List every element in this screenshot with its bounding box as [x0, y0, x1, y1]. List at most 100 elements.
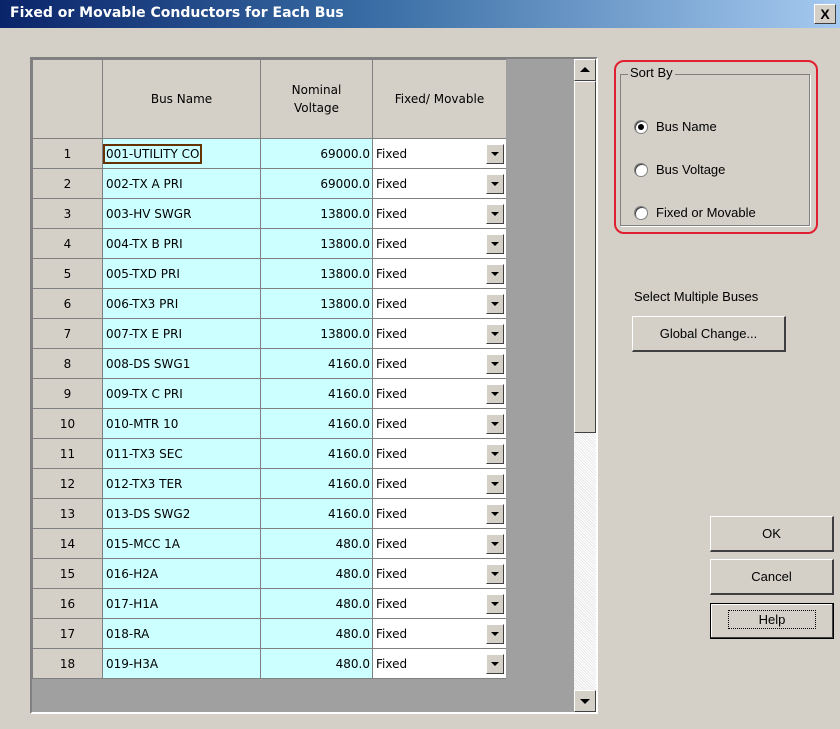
sort-fixed-movable-radio[interactable]: Fixed or Movable: [634, 205, 756, 220]
bus-name-cell[interactable]: 012-TX3 TER: [102, 468, 261, 499]
table-row[interactable]: 6 006-TX3 PRI 13800.0 Fixed: [32, 288, 507, 319]
help-button[interactable]: Help: [710, 603, 834, 639]
dropdown-arrow-icon[interactable]: [486, 474, 504, 494]
table-row[interactable]: 5 005-TXD PRI 13800.0 Fixed: [32, 258, 507, 289]
fixed-movable-cell[interactable]: Fixed: [372, 468, 507, 499]
bus-name-cell[interactable]: 005-TXD PRI: [102, 258, 261, 289]
fixed-movable-cell[interactable]: Fixed: [372, 618, 507, 649]
voltage-cell[interactable]: 13800.0: [260, 198, 373, 229]
fixed-movable-cell[interactable]: Fixed: [372, 588, 507, 619]
voltage-cell[interactable]: 13800.0: [260, 258, 373, 289]
fixed-movable-cell[interactable]: Fixed: [372, 438, 507, 469]
dropdown-arrow-icon[interactable]: [486, 594, 504, 614]
bus-name-cell[interactable]: 010-MTR 10: [102, 408, 261, 439]
row-number-cell[interactable]: 17: [32, 618, 103, 649]
bus-name-cell[interactable]: 003-HV SWGR: [102, 198, 261, 229]
bus-name-cell[interactable]: 018-RA: [102, 618, 261, 649]
table-row[interactable]: 11 011-TX3 SEC 4160.0 Fixed: [32, 438, 507, 469]
voltage-cell[interactable]: 4160.0: [260, 378, 373, 409]
fixed-movable-cell[interactable]: Fixed: [372, 198, 507, 229]
voltage-cell[interactable]: 480.0: [260, 648, 373, 679]
dropdown-arrow-icon[interactable]: [486, 144, 504, 164]
dropdown-arrow-icon[interactable]: [486, 234, 504, 254]
table-row[interactable]: 2 002-TX A PRI 69000.0 Fixed: [32, 168, 507, 199]
fixed-movable-cell[interactable]: Fixed: [372, 168, 507, 199]
dropdown-arrow-icon[interactable]: [486, 384, 504, 404]
fixed-movable-cell[interactable]: Fixed: [372, 348, 507, 379]
fixed-movable-cell[interactable]: Fixed: [372, 528, 507, 559]
fixed-movable-cell[interactable]: Fixed: [372, 378, 507, 409]
dropdown-arrow-icon[interactable]: [486, 204, 504, 224]
global-change-button[interactable]: Global Change...: [632, 316, 786, 352]
table-row[interactable]: 3 003-HV SWGR 13800.0 Fixed: [32, 198, 507, 229]
voltage-cell[interactable]: 4160.0: [260, 438, 373, 469]
close-button[interactable]: X: [814, 4, 836, 24]
dropdown-arrow-icon[interactable]: [486, 294, 504, 314]
voltage-cell[interactable]: 13800.0: [260, 228, 373, 259]
row-number-cell[interactable]: 4: [32, 228, 103, 259]
fixed-movable-cell[interactable]: Fixed: [372, 138, 507, 169]
voltage-cell[interactable]: 480.0: [260, 528, 373, 559]
row-number-cell[interactable]: 2: [32, 168, 103, 199]
bus-name-cell[interactable]: 013-DS SWG2: [102, 498, 261, 529]
bus-name-cell[interactable]: 001-UTILITY CO: [102, 138, 261, 169]
scroll-up-arrow-icon[interactable]: [574, 59, 596, 81]
vertical-scrollbar[interactable]: [574, 59, 596, 712]
bus-name-cell[interactable]: 007-TX E PRI: [102, 318, 261, 349]
row-number-cell[interactable]: 11: [32, 438, 103, 469]
table-row[interactable]: 14 015-MCC 1A 480.0 Fixed: [32, 528, 507, 559]
bus-name-cell[interactable]: 006-TX3 PRI: [102, 288, 261, 319]
dropdown-arrow-icon[interactable]: [486, 534, 504, 554]
fixed-movable-cell[interactable]: Fixed: [372, 498, 507, 529]
bus-name-cell[interactable]: 008-DS SWG1: [102, 348, 261, 379]
dropdown-arrow-icon[interactable]: [486, 504, 504, 524]
table-row[interactable]: 12 012-TX3 TER 4160.0 Fixed: [32, 468, 507, 499]
voltage-cell[interactable]: 480.0: [260, 618, 373, 649]
row-number-cell[interactable]: 12: [32, 468, 103, 499]
table-row[interactable]: 16 017-H1A 480.0 Fixed: [32, 588, 507, 619]
scroll-down-arrow-icon[interactable]: [574, 690, 596, 712]
table-row[interactable]: 8 008-DS SWG1 4160.0 Fixed: [32, 348, 507, 379]
fixed-movable-header[interactable]: Fixed/ Movable: [372, 59, 507, 139]
table-row[interactable]: 13 013-DS SWG2 4160.0 Fixed: [32, 498, 507, 529]
table-row[interactable]: 15 016-H2A 480.0 Fixed: [32, 558, 507, 589]
fixed-movable-cell[interactable]: Fixed: [372, 228, 507, 259]
bus-name-cell[interactable]: 016-H2A: [102, 558, 261, 589]
bus-name-header[interactable]: Bus Name: [102, 59, 261, 139]
fixed-movable-cell[interactable]: Fixed: [372, 318, 507, 349]
table-row[interactable]: 18 019-H3A 480.0 Fixed: [32, 648, 507, 679]
row-number-cell[interactable]: 18: [32, 648, 103, 679]
dropdown-arrow-icon[interactable]: [486, 354, 504, 374]
voltage-cell[interactable]: 69000.0: [260, 138, 373, 169]
fixed-movable-cell[interactable]: Fixed: [372, 288, 507, 319]
row-number-cell[interactable]: 3: [32, 198, 103, 229]
dropdown-arrow-icon[interactable]: [486, 324, 504, 344]
scroll-thumb[interactable]: [574, 81, 596, 433]
bus-name-cell[interactable]: 004-TX B PRI: [102, 228, 261, 259]
voltage-cell[interactable]: 480.0: [260, 558, 373, 589]
fixed-movable-cell[interactable]: Fixed: [372, 408, 507, 439]
table-row[interactable]: 4 004-TX B PRI 13800.0 Fixed: [32, 228, 507, 259]
row-number-cell[interactable]: 8: [32, 348, 103, 379]
dropdown-arrow-icon[interactable]: [486, 654, 504, 674]
dropdown-arrow-icon[interactable]: [486, 444, 504, 464]
voltage-cell[interactable]: 13800.0: [260, 318, 373, 349]
row-number-cell[interactable]: 15: [32, 558, 103, 589]
row-number-cell[interactable]: 14: [32, 528, 103, 559]
voltage-cell[interactable]: 13800.0: [260, 288, 373, 319]
fixed-movable-cell[interactable]: Fixed: [372, 648, 507, 679]
table-row[interactable]: 7 007-TX E PRI 13800.0 Fixed: [32, 318, 507, 349]
row-number-cell[interactable]: 13: [32, 498, 103, 529]
row-number-cell[interactable]: 6: [32, 288, 103, 319]
sort-bus-name-radio[interactable]: Bus Name: [634, 119, 717, 134]
bus-name-cell[interactable]: 009-TX C PRI: [102, 378, 261, 409]
bus-name-cell[interactable]: 019-H3A: [102, 648, 261, 679]
voltage-cell[interactable]: 69000.0: [260, 168, 373, 199]
row-number-cell[interactable]: 9: [32, 378, 103, 409]
table-row[interactable]: 17 018-RA 480.0 Fixed: [32, 618, 507, 649]
table-row[interactable]: 10 010-MTR 10 4160.0 Fixed: [32, 408, 507, 439]
bus-name-cell[interactable]: 002-TX A PRI: [102, 168, 261, 199]
table-row[interactable]: 9 009-TX C PRI 4160.0 Fixed: [32, 378, 507, 409]
voltage-cell[interactable]: 4160.0: [260, 468, 373, 499]
dropdown-arrow-icon[interactable]: [486, 264, 504, 284]
